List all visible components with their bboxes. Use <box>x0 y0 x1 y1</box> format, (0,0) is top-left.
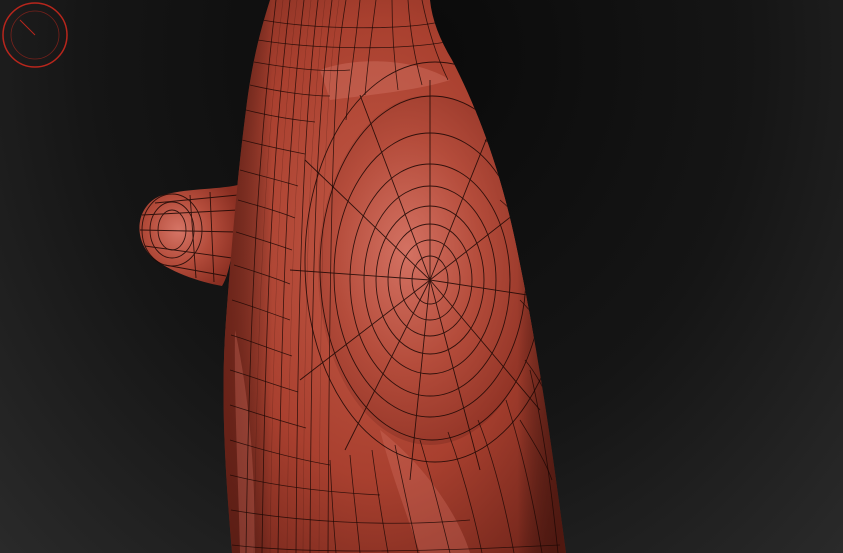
sculpted-mesh[interactable] <box>139 0 570 553</box>
sculpt-viewport[interactable] <box>0 0 843 553</box>
viewport-canvas[interactable] <box>0 0 843 553</box>
side-tube-mesh <box>139 185 239 286</box>
axis-gizmo-icon[interactable] <box>0 0 70 70</box>
